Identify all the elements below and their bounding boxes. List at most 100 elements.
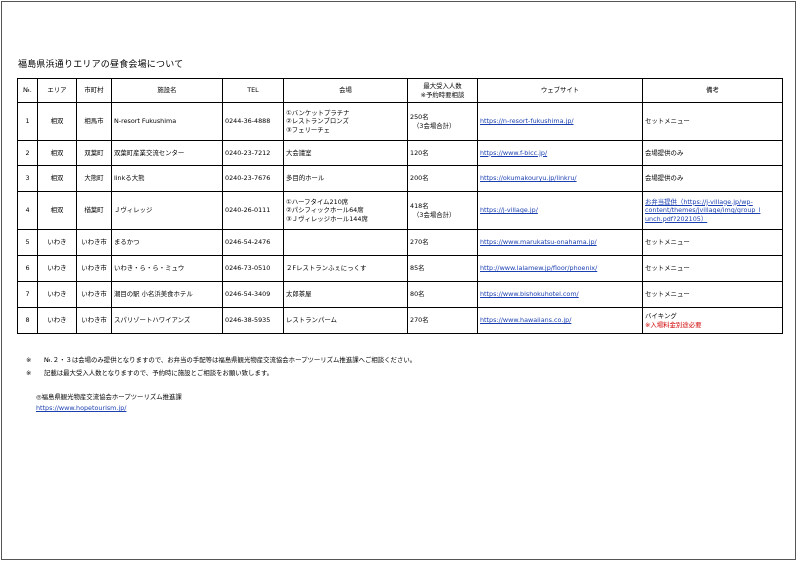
venue-line: 多目的ホール (286, 174, 325, 183)
cell-notes: 会場提供のみ (642, 140, 783, 166)
cell-tel: 0240-26-0111 (222, 191, 284, 230)
cell-tel: 0246-38-5935 (222, 307, 284, 334)
notes-link-line[interactable]: content/themes/jvillage/img/group_l (645, 206, 780, 215)
cell-no: 7 (17, 281, 38, 308)
cell-venue: 大会議室 (283, 140, 408, 166)
venue-line: ②レストランブロンズ (286, 117, 349, 126)
cell-website: https://j-village.jp/ (477, 191, 643, 230)
venue-line: ②パシフィックホール64席 (286, 206, 364, 215)
website-link[interactable]: https://n-resort-fukushima.jp/ (480, 117, 574, 125)
cell-area: いわき (37, 307, 77, 334)
table-row: 1 相双 相馬市 N-resort Fukushima 0244-36-4888 ①バンケ… (17, 102, 783, 141)
cell-capacity: 270名 (407, 307, 478, 334)
footnote-text: 記載は最大受入人数となりますので、予約時に施設とご相談をお願い致します。 (44, 369, 273, 377)
capacity-line: 200名 (410, 174, 429, 183)
cell-venue: 多目的ホール (283, 165, 408, 192)
venue-line: ③フェリーチェ (286, 125, 331, 134)
contact-url-link[interactable]: https://www.hopetourism.jp/ (36, 404, 126, 412)
cell-website: https://n-resort-fukushima.jp/ (477, 102, 643, 141)
cell-capacity: 120名 (407, 140, 478, 166)
notes-line: 会場提供のみ (645, 174, 684, 183)
cell-website: http://www.lalamew.jp/floor/phoenix/ (477, 255, 643, 282)
table-row: 4 相双 楢葉町 Ｊヴィレッジ 0240-26-0111 ①ハーフタイム210席 ②パシフィ… (17, 191, 783, 230)
venue-line: ①ハーフタイム210席 (286, 197, 349, 206)
cell-area: 相双 (37, 102, 77, 141)
notes-line: 会場提供のみ (645, 148, 684, 157)
footnote-mark: ※ (26, 356, 32, 364)
cell-website: https://www.hawaiians.co.jp/ (477, 307, 643, 334)
website-link[interactable]: https://www.hawaiians.co.jp/ (480, 316, 571, 324)
header-area: エリア (37, 78, 77, 103)
notes-line: セットメニュー (645, 290, 690, 299)
capacity-line: （3会場合計） (413, 121, 456, 130)
venue-line: 太郎茶屋 (286, 290, 312, 299)
cell-facility-name: 潮目の駅 小名浜美食ホテル (111, 281, 223, 308)
footnote-mark: ※ (26, 369, 32, 377)
table-row: 3 相双 大熊町 linkる大熊 0240-23-7676 多目的ホール 200名 https… (17, 165, 783, 192)
table-header-row: №. エリア 市町村 施設名 TEL 会場 最大受入人数 ※予約時要相談 ウェブ… (17, 78, 783, 103)
cell-notes: お弁当提供（https://j-village.jp/wp-content/th… (642, 191, 783, 230)
header-website: ウェブサイト (477, 78, 643, 103)
cell-facility-name: N-resort Fukushima (111, 102, 223, 141)
notes-line: セットメニュー (645, 117, 690, 126)
contact-org: ◎福島県観光物産交流協会ホープツーリズム推進課 (36, 393, 182, 401)
cell-tel: 0240-23-7212 (222, 140, 284, 166)
website-link[interactable]: https://www.bishokuhotel.com/ (480, 290, 579, 298)
cell-city: 双葉町 (76, 140, 112, 166)
notes-link-line[interactable]: unch.pdf?202105） (645, 215, 780, 224)
cell-area: 相双 (37, 165, 77, 192)
cell-no: 4 (17, 191, 38, 230)
cell-capacity: 200名 (407, 165, 478, 192)
cell-capacity: 85名 (407, 255, 478, 282)
venue-line: レストランパーム (286, 316, 337, 325)
header-tel: TEL (222, 78, 284, 103)
cell-city: いわき市 (76, 229, 112, 256)
notes-line: セットメニュー (645, 264, 690, 273)
cell-facility-name: スパリゾートハワイアンズ (111, 307, 223, 334)
cell-tel: 0246-54-2476 (222, 229, 284, 256)
header-no: №. (17, 78, 38, 103)
capacity-line: 80名 (410, 290, 425, 299)
cell-city: いわき市 (76, 255, 112, 282)
cell-venue: ①ハーフタイム210席 ②パシフィックホール64席 ③Ｊヴィレッジホール144席 (283, 191, 408, 230)
website-link[interactable]: http://www.lalamew.jp/floor/phoenix/ (480, 264, 597, 272)
document-page: 福島県浜通りエリアの昼食会場について №. エリア 市町村 施設名 TEL 会場… (1, 1, 796, 560)
cell-website: https://okumakouryu.jp/linkru/ (477, 165, 643, 192)
cell-capacity: 270名 (407, 229, 478, 256)
cell-no: 1 (17, 102, 38, 141)
venue-line: 大会議室 (286, 148, 312, 157)
website-link[interactable]: https://www.f-bicc.jp/ (480, 149, 547, 157)
cell-capacity: 80名 (407, 281, 478, 308)
website-link[interactable]: https://www.marukatsu-onahama.jp/ (480, 238, 597, 246)
cell-venue: ①バンケットプラチナ ②レストランブロンズ ③フェリーチェ (283, 102, 408, 141)
cell-no: 2 (17, 140, 38, 166)
cell-area: いわき (37, 229, 77, 256)
website-link[interactable]: https://okumakouryu.jp/linkru/ (480, 174, 577, 182)
cell-tel: 0246-73-0510 (222, 255, 284, 282)
cell-website: https://www.f-bicc.jp/ (477, 140, 643, 166)
header-capacity: 最大受入人数 ※予約時要相談 (407, 78, 478, 103)
header-venue: 会場 (283, 78, 408, 103)
cell-city: いわき市 (76, 307, 112, 334)
cell-venue (283, 229, 408, 256)
notes-line: バイキング (645, 311, 677, 320)
cell-facility-name: Ｊヴィレッジ (111, 191, 223, 230)
notes-link-line[interactable]: お弁当提供（https://j-village.jp/wp- (645, 198, 780, 207)
table-row: 2 相双 双葉町 双葉町産業交流センター 0240-23-7212 大会議室 120名 htt… (17, 140, 783, 166)
cell-area: いわき (37, 255, 77, 282)
website-link[interactable]: https://j-village.jp/ (480, 206, 538, 214)
footnote-2: ※ 記載は最大受入人数となりますので、予約時に施設とご相談をお願い致します。 (26, 367, 416, 380)
cell-facility-name: まるかつ (111, 229, 223, 256)
header-capacity-line1: 最大受入人数 (423, 81, 462, 90)
cell-city: 大熊町 (76, 165, 112, 192)
lunch-venue-table: №. エリア 市町村 施設名 TEL 会場 最大受入人数 ※予約時要相談 ウェブ… (17, 78, 783, 334)
table-row: 5 いわき いわき市 まるかつ 0246-54-2476 270名 https://www.… (17, 229, 783, 256)
capacity-line: （3会場合計） (413, 210, 456, 219)
capacity-line: 270名 (410, 316, 429, 325)
table-row: 7 いわき いわき市 潮目の駅 小名浜美食ホテル 0246-54-3409 太郎茶屋 80名… (17, 281, 783, 308)
cell-city: いわき市 (76, 281, 112, 308)
cell-tel: 0240-23-7676 (222, 165, 284, 192)
table-row: 6 いわき いわき市 いわき・ら・ら・ミュウ 0246-73-0510 ２Fレストランふぇ… (17, 255, 783, 282)
venue-line: ③Ｊヴィレッジホール144席 (286, 214, 368, 223)
notes-line: セットメニュー (645, 238, 690, 247)
